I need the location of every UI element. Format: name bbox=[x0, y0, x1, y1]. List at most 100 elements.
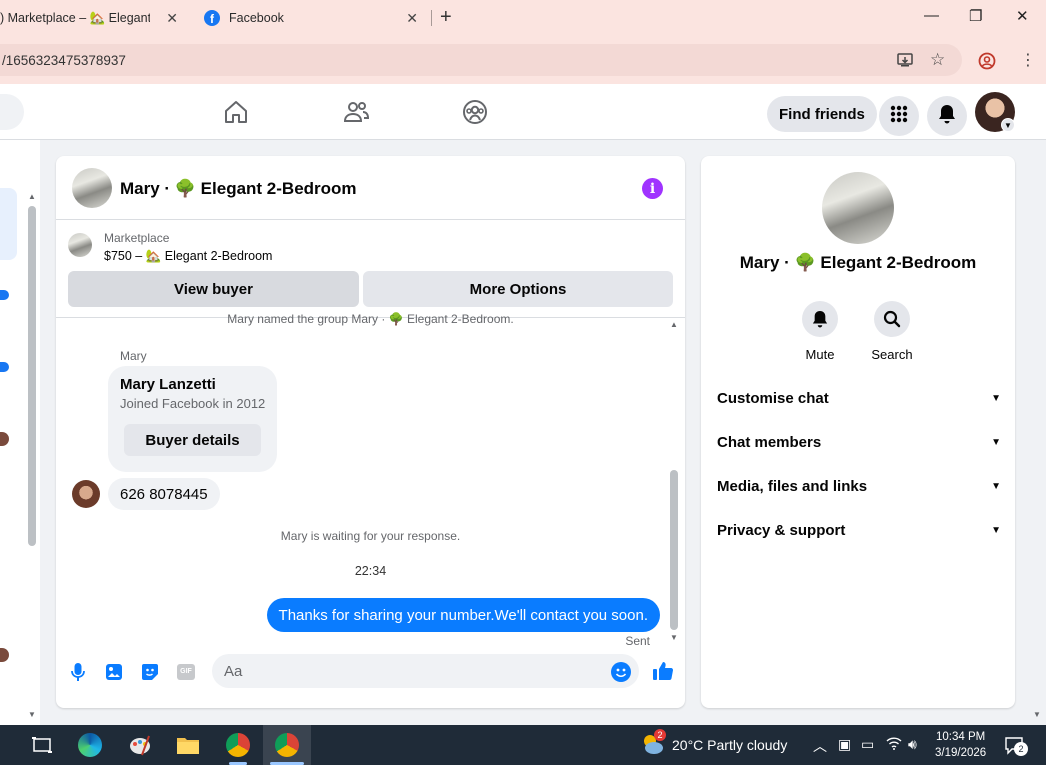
chat-avatar[interactable] bbox=[0, 648, 9, 662]
weather-text[interactable]: 20°C Partly cloudy bbox=[672, 737, 787, 753]
meet-now-icon[interactable]: ▣ bbox=[838, 736, 851, 753]
sender-avatar[interactable] bbox=[72, 480, 100, 508]
tab-facebook[interactable]: f Facebook ✕ bbox=[192, 0, 432, 36]
waiting-notice: Mary is waiting for your response. bbox=[280, 529, 461, 543]
bell-icon bbox=[938, 104, 956, 129]
listing-thumbnail[interactable] bbox=[68, 233, 92, 257]
chevron-up-icon[interactable]: ︿ bbox=[813, 736, 827, 756]
listing-price[interactable]: $750 – 🏡 Elegant 2-Bedroom bbox=[104, 249, 272, 264]
system-message: Mary named the group Mary · 🌳 Elegant 2-… bbox=[227, 312, 514, 326]
section-label: Privacy & support bbox=[717, 521, 846, 539]
tab-close-icon[interactable]: ✕ bbox=[166, 10, 178, 27]
chrome-icon[interactable] bbox=[226, 733, 250, 757]
groups-icon[interactable] bbox=[461, 98, 489, 126]
info-icon[interactable]: i bbox=[642, 178, 663, 199]
buyer-name: Mary Lanzetti bbox=[120, 376, 216, 393]
grid-icon bbox=[890, 105, 908, 128]
view-buyer-button[interactable]: View buyer bbox=[68, 271, 359, 307]
restore-button[interactable]: ❐ bbox=[969, 7, 982, 25]
bookmark-star-icon[interactable]: ☆ bbox=[930, 50, 945, 70]
windows-taskbar: 2 20°C Partly cloudy ︿ ▣ ▭ 🔊︎ 10:34 PM 3… bbox=[0, 725, 1046, 765]
chat-list-scrollbar[interactable] bbox=[28, 206, 36, 546]
tab-title: Facebook bbox=[229, 11, 284, 25]
notification-count: 2 bbox=[1014, 742, 1028, 756]
minimize-button[interactable]: — bbox=[924, 7, 939, 24]
mute-action[interactable]: Mute bbox=[790, 301, 850, 362]
chevron-down-icon: ▼ bbox=[991, 392, 1001, 404]
edge-browser-icon[interactable] bbox=[78, 733, 102, 757]
battery-icon[interactable]: ▭ bbox=[861, 736, 874, 753]
buyer-details-button[interactable]: Buyer details bbox=[124, 424, 261, 456]
unread-dot bbox=[0, 362, 9, 372]
message-input-wrapper bbox=[212, 654, 639, 688]
paint-app-icon[interactable] bbox=[128, 733, 152, 757]
chat-header: Mary · 🌳 Elegant 2-Bedroom i bbox=[56, 156, 685, 220]
profile-icon[interactable] bbox=[978, 52, 996, 74]
active-chat-highlight[interactable] bbox=[0, 188, 17, 260]
weather-icon[interactable]: 2 bbox=[640, 729, 666, 757]
notifications-button[interactable] bbox=[927, 96, 967, 136]
message-timestamp: 22:34 bbox=[354, 564, 387, 578]
photo-icon[interactable] bbox=[104, 662, 124, 682]
conversation-name: Mary · 🌳 Elegant 2-Bedroom bbox=[739, 253, 977, 272]
wifi-icon[interactable] bbox=[886, 736, 902, 753]
chevron-down-icon: ▼ bbox=[991, 436, 1001, 448]
chevron-down-icon[interactable]: ▼ bbox=[1001, 118, 1015, 132]
new-tab-button[interactable]: + bbox=[440, 6, 452, 29]
gif-icon[interactable]: GIF bbox=[176, 662, 196, 682]
tab-marketplace[interactable]: ) Marketplace – 🏡 Elegant 2- ✕ bbox=[0, 0, 192, 36]
scroll-up-arrow-icon[interactable]: ▲ bbox=[670, 320, 678, 329]
close-window-button[interactable]: ✕ bbox=[1016, 7, 1029, 25]
customise-chat-section[interactable]: Customise chat ▼ bbox=[717, 378, 1001, 418]
file-explorer-icon[interactable] bbox=[176, 733, 200, 757]
chat-title[interactable]: Mary · 🌳 Elegant 2-Bedroom bbox=[120, 179, 357, 199]
message-list: Mary named the group Mary · 🌳 Elegant 2-… bbox=[56, 312, 685, 648]
page-scroll-down-arrow-icon[interactable]: ▼ bbox=[1033, 710, 1041, 719]
menu-kebab-icon[interactable]: ⋮ bbox=[1020, 50, 1036, 70]
find-friends-button[interactable]: Find friends bbox=[767, 96, 877, 132]
weather-badge: 2 bbox=[654, 729, 666, 741]
url-field[interactable]: /1656323475378937 bbox=[0, 44, 962, 76]
marketplace-label: Marketplace bbox=[104, 231, 170, 245]
more-options-button[interactable]: More Options bbox=[363, 271, 673, 307]
group-photo[interactable] bbox=[822, 172, 894, 244]
chevron-down-icon: ▼ bbox=[991, 480, 1001, 492]
incoming-message[interactable]: 626 8078445 bbox=[108, 478, 220, 510]
media-files-links-section[interactable]: Media, files and links ▼ bbox=[717, 466, 1001, 506]
conversation-info-panel: Mary · 🌳 Elegant 2-Bedroom Mute Search C… bbox=[701, 156, 1015, 708]
gif-label: GIF bbox=[177, 664, 195, 680]
thumbs-up-icon[interactable] bbox=[652, 660, 674, 682]
scroll-up-arrow-icon[interactable]: ▲ bbox=[28, 192, 36, 201]
scroll-down-arrow-icon[interactable]: ▼ bbox=[28, 710, 36, 719]
privacy-support-section[interactable]: Privacy & support ▼ bbox=[717, 510, 1001, 550]
search-field-stub[interactable] bbox=[0, 94, 24, 130]
chat-avatar[interactable] bbox=[0, 432, 9, 446]
facebook-favicon-icon: f bbox=[204, 10, 220, 26]
task-view-icon[interactable] bbox=[30, 733, 54, 757]
search-action[interactable]: Search bbox=[862, 301, 922, 362]
message-input[interactable] bbox=[224, 654, 604, 688]
message-scrollbar[interactable] bbox=[670, 470, 678, 630]
friends-icon[interactable] bbox=[342, 98, 370, 126]
chrome-profile-icon[interactable] bbox=[275, 733, 299, 757]
browser-tab-bar: ) Marketplace – 🏡 Elegant 2- ✕ f Faceboo… bbox=[0, 0, 1046, 36]
sticker-icon[interactable] bbox=[140, 662, 160, 682]
sent-status: Sent bbox=[625, 634, 650, 648]
system-clock[interactable]: 10:34 PM 3/19/2026 bbox=[935, 729, 986, 761]
group-avatar[interactable] bbox=[72, 168, 112, 208]
notifications-icon[interactable]: 2 bbox=[1004, 736, 1028, 759]
chat-members-section[interactable]: Chat members ▼ bbox=[717, 422, 1001, 462]
emoji-icon[interactable] bbox=[611, 662, 631, 682]
address-bar-row: /1656323475378937 ☆ ⋮ bbox=[0, 36, 1046, 84]
microphone-icon[interactable] bbox=[68, 662, 88, 682]
outgoing-message[interactable]: Thanks for sharing your number.We'll con… bbox=[266, 598, 660, 632]
volume-icon[interactable]: 🔊︎ bbox=[908, 736, 917, 753]
sender-name: Mary bbox=[120, 349, 147, 363]
scroll-down-arrow-icon[interactable]: ▼ bbox=[670, 633, 678, 642]
search-label: Search bbox=[871, 347, 913, 362]
install-app-icon[interactable] bbox=[897, 52, 915, 72]
left-chat-list: ▲ ▼ bbox=[0, 140, 40, 725]
tab-close-icon[interactable]: ✕ bbox=[406, 10, 418, 27]
home-icon[interactable] bbox=[222, 98, 250, 126]
menu-grid-button[interactable] bbox=[879, 96, 919, 136]
